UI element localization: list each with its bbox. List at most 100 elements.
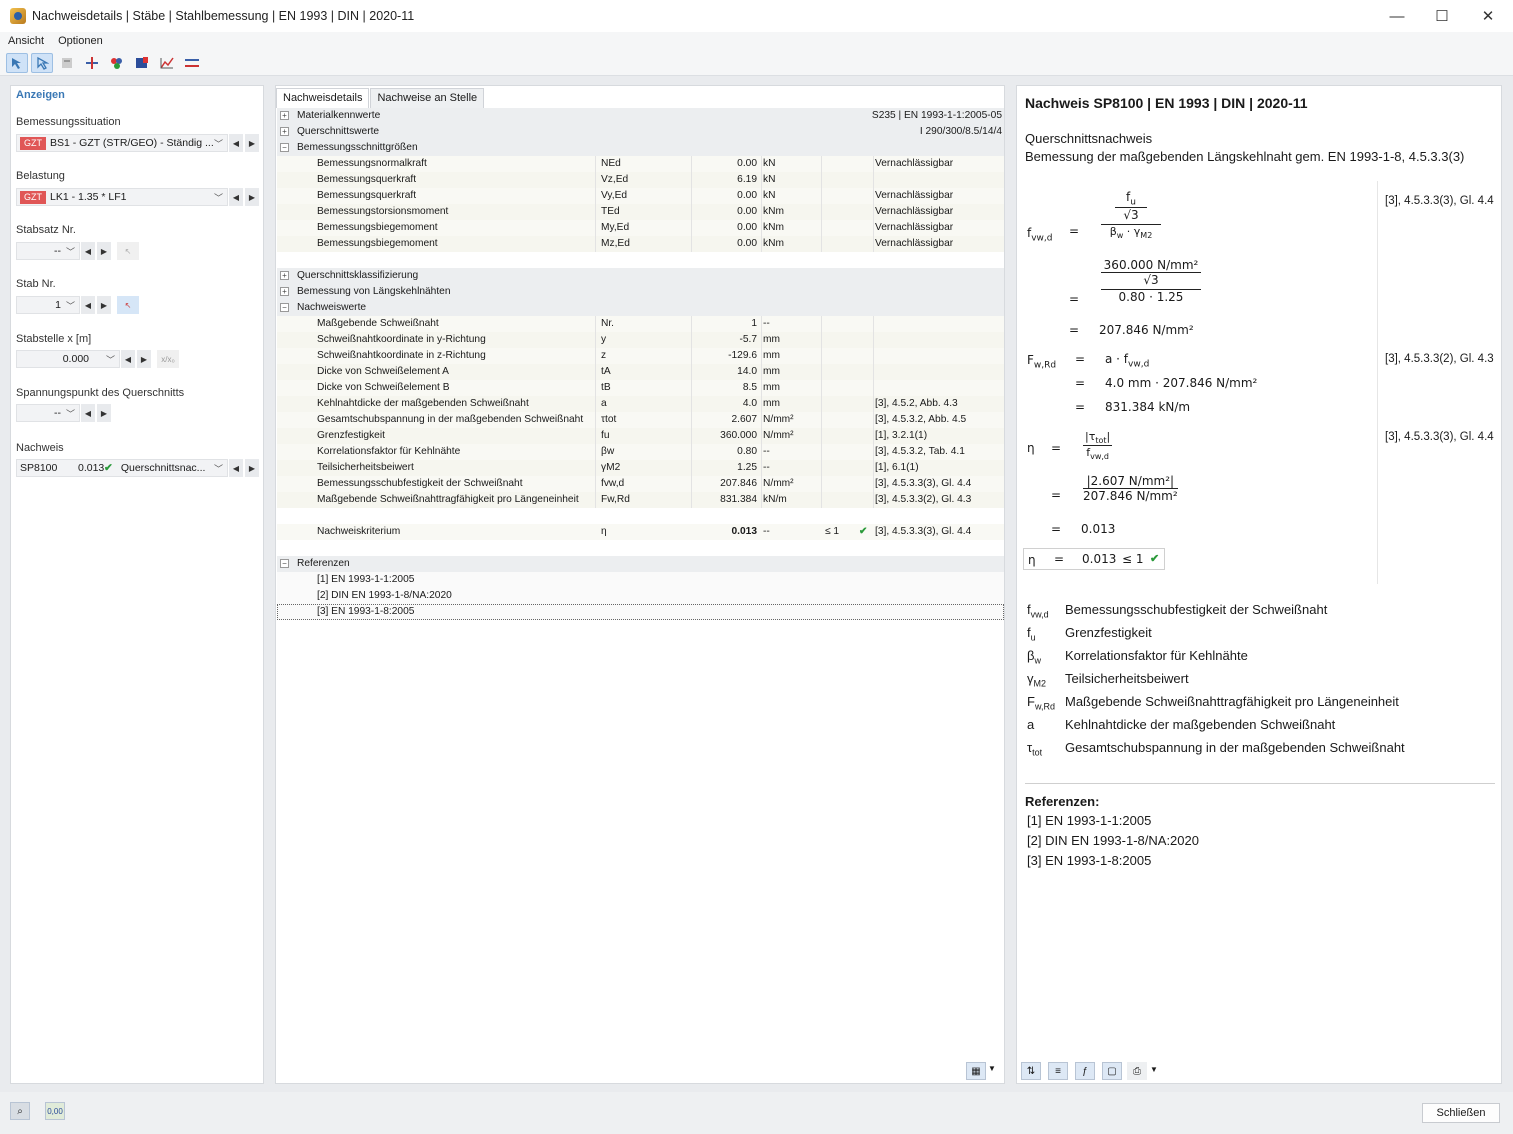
row-unit: kN xyxy=(763,174,776,185)
prev-check-button[interactable]: ◀ xyxy=(229,459,243,477)
reference-row[interactable]: [1] EN 1993-1-1:2005 xyxy=(277,572,1004,588)
next-member-button[interactable]: ▶ xyxy=(97,296,111,314)
tree-row[interactable]: Teilsicherheitsbeiwert γM2 1.25 -- [1], 6.1(… xyxy=(277,460,1004,476)
table-icon[interactable] xyxy=(56,53,78,73)
menu-ansicht[interactable]: Ansicht xyxy=(8,35,44,47)
load-select[interactable]: GZT LK1 - 1.35 * LF1 ﹀ xyxy=(16,188,228,206)
expand-toggle-icon[interactable]: − xyxy=(280,303,289,312)
print-icon[interactable]: ⎙ xyxy=(1127,1062,1147,1080)
tree-row[interactable]: Maßgebende Schweißnahttragfähigkeit pro … xyxy=(277,492,1004,508)
close-window-button[interactable]: ✕ xyxy=(1465,0,1511,32)
tree-group[interactable]: − Nachweiswerte xyxy=(277,300,1004,316)
colors-icon[interactable] xyxy=(106,53,128,73)
check-select[interactable]: SP8100 0.013 ✔ Querschnittsnac... ﹀ xyxy=(16,459,228,477)
tree-group[interactable]: + Querschnittsklassifizierung xyxy=(277,268,1004,284)
situation-select[interactable]: GZT BS1 - GZT (STR/GEO) - Ständig ... ﹀ xyxy=(16,134,228,152)
next-situation-button[interactable]: ▶ xyxy=(245,134,259,152)
select-alt-icon[interactable] xyxy=(31,52,53,73)
fvwd-symbol: fvw,d xyxy=(1027,226,1053,244)
next-set-button[interactable]: ▶ xyxy=(97,242,111,260)
reference-row[interactable]: [3] EN 1993-1-8:2005 xyxy=(277,604,1004,620)
row-symbol: tA xyxy=(601,366,611,377)
column-separator xyxy=(595,380,596,396)
prev-situation-button[interactable]: ◀ xyxy=(229,134,243,152)
tree-row[interactable]: Gesamtschubspannung in der maßgebenden S… xyxy=(277,412,1004,428)
tree-row[interactable]: Bemessungsquerkraft Vy,Ed 0.00 kN Vernachläs… xyxy=(277,188,1004,204)
list-icon[interactable]: ≡ xyxy=(1048,1062,1068,1080)
tree-row[interactable]: Dicke von Schweißelement B tB 8.5 mm xyxy=(277,380,1004,396)
tree-row[interactable]: Maßgebende Schweißnaht Nr. 1 -- xyxy=(277,316,1004,332)
tree-row[interactable]: Bemessungsbiegemoment Mz,Ed 0.00 kNm Vernach… xyxy=(277,236,1004,252)
member-icon[interactable] xyxy=(81,53,103,73)
tree-row[interactable]: Bemessungsschubfestigkeit der Schweißnah… xyxy=(277,476,1004,492)
tree-row[interactable]: Bemessungsbiegemoment My,Ed 0.00 kNm Vernach… xyxy=(277,220,1004,236)
tree-group[interactable]: − Referenzen xyxy=(277,556,1004,572)
prev-stress-button[interactable]: ◀ xyxy=(81,404,95,422)
section-icon[interactable] xyxy=(181,53,203,73)
fwrd-symbol: Fw,Rd xyxy=(1027,353,1057,371)
tree-row[interactable]: Korrelationsfaktor für Kehlnähte βw 0.80 --… xyxy=(277,444,1004,460)
expand-toggle-icon[interactable]: + xyxy=(280,127,289,136)
next-check-button[interactable]: ▶ xyxy=(245,459,259,477)
prev-load-button[interactable]: ◀ xyxy=(229,188,243,206)
row-name: Korrelationsfaktor für Kehlnähte xyxy=(317,446,461,457)
tab-nachweisdetails[interactable]: Nachweisdetails xyxy=(276,88,370,108)
tree-row[interactable]: Bemessungsnormalkraft NEd 0.00 kN Vernachläs… xyxy=(277,156,1004,172)
frame-icon[interactable]: ▢ xyxy=(1102,1062,1122,1080)
prev-location-button[interactable]: ◀ xyxy=(121,350,135,368)
filter-icon[interactable]: ⇅ xyxy=(1021,1062,1041,1080)
export-icon[interactable]: ▦ xyxy=(966,1062,986,1080)
relative-location-button[interactable]: x/x₀ xyxy=(157,350,179,368)
pick-member-icon[interactable]: ↖ xyxy=(117,296,139,314)
menu-optionen[interactable]: Optionen xyxy=(58,35,103,47)
result-icon[interactable] xyxy=(131,53,153,73)
pick-set-icon[interactable]: ↖ xyxy=(117,242,139,260)
close-button[interactable]: Schließen xyxy=(1422,1103,1500,1123)
reference-row[interactable]: [2] DIN EN 1993-1-8/NA:2020 xyxy=(277,588,1004,604)
prev-set-button[interactable]: ◀ xyxy=(81,242,95,260)
minimize-button[interactable]: — xyxy=(1374,0,1420,32)
legend-symbol-sub: w xyxy=(1034,655,1041,666)
expand-toggle-icon[interactable]: + xyxy=(280,111,289,120)
diagram-icon[interactable] xyxy=(156,53,178,73)
row-name: Grenzfestigkeit xyxy=(317,430,385,441)
tree-group[interactable]: + Bemessung von Längskehlnähten xyxy=(277,284,1004,300)
expand-toggle-icon[interactable]: + xyxy=(280,271,289,280)
tree-row[interactable]: Grenzfestigkeit fu 360.000 N/mm² [1], 3.2.1(… xyxy=(277,428,1004,444)
location-select[interactable]: 0.000 ﹀ xyxy=(16,350,120,368)
tab-nachweise-an-stelle[interactable]: Nachweise an Stelle xyxy=(370,88,485,108)
column-separator xyxy=(691,220,692,236)
expand-toggle-icon[interactable]: − xyxy=(280,559,289,568)
decimals-button[interactable]: 0,00 xyxy=(45,1102,65,1120)
print-dropdown-icon[interactable]: ▼ xyxy=(1150,1065,1158,1074)
tree-row[interactable]: Dicke von Schweißelement A tA 14.0 mm xyxy=(277,364,1004,380)
tree-row[interactable]: Schweißnahtkoordinate in z-Richtung z -129… xyxy=(277,348,1004,364)
set-select[interactable]: -- ﹀ xyxy=(16,242,80,260)
next-load-button[interactable]: ▶ xyxy=(245,188,259,206)
tree-row[interactable]: Kehlnahtdicke der maßgebenden Schweißnah… xyxy=(277,396,1004,412)
prev-member-button[interactable]: ◀ xyxy=(81,296,95,314)
expand-toggle-icon[interactable]: + xyxy=(280,287,289,296)
final-criterion: ≤ 1 xyxy=(1122,552,1144,566)
tree-row[interactable]: Bemessungstorsionsmoment TEd 0.00 kNm Vernac… xyxy=(277,204,1004,220)
row-unit: kN xyxy=(763,158,776,169)
next-location-button[interactable]: ▶ xyxy=(137,350,151,368)
tree-row[interactable]: Bemessungsquerkraft Vz,Ed 6.19 kN xyxy=(277,172,1004,188)
tree-group[interactable]: + Materialkennwerte S235 | EN 1993-1-1:200… xyxy=(277,108,1004,124)
tree-row[interactable]: Schweißnahtkoordinate in y-Richtung y -5.7… xyxy=(277,332,1004,348)
tree-group[interactable]: − Bemessungsschnittgrößen xyxy=(277,140,1004,156)
tree-group[interactable]: + Querschnittswerte I 290/300/8.5/14/4 xyxy=(277,124,1004,140)
ref-eq-4-3: [3], 4.5.3.3(2), Gl. 4.3 xyxy=(1385,353,1494,365)
member-select[interactable]: 1 ﹀ xyxy=(16,296,80,314)
expand-toggle-icon[interactable]: − xyxy=(280,143,289,152)
next-stress-button[interactable]: ▶ xyxy=(97,404,111,422)
row-reference: [1], 3.2.1(1) xyxy=(875,430,928,441)
criterion-row[interactable]: Nachweiskriterium η 0.013 -- ≤ 1 ✔ [3], 4.5.3.… xyxy=(277,524,1004,540)
maximize-button[interactable]: ☐ xyxy=(1419,0,1465,32)
search-icon[interactable]: ⌕ xyxy=(10,1102,30,1120)
stress-point-select[interactable]: -- ﹀ xyxy=(16,404,80,422)
formula-icon[interactable]: ƒ xyxy=(1075,1062,1095,1080)
select-icon[interactable] xyxy=(6,52,28,73)
export-dropdown-icon[interactable]: ▼ xyxy=(988,1064,996,1073)
row-unit: -- xyxy=(763,462,770,473)
